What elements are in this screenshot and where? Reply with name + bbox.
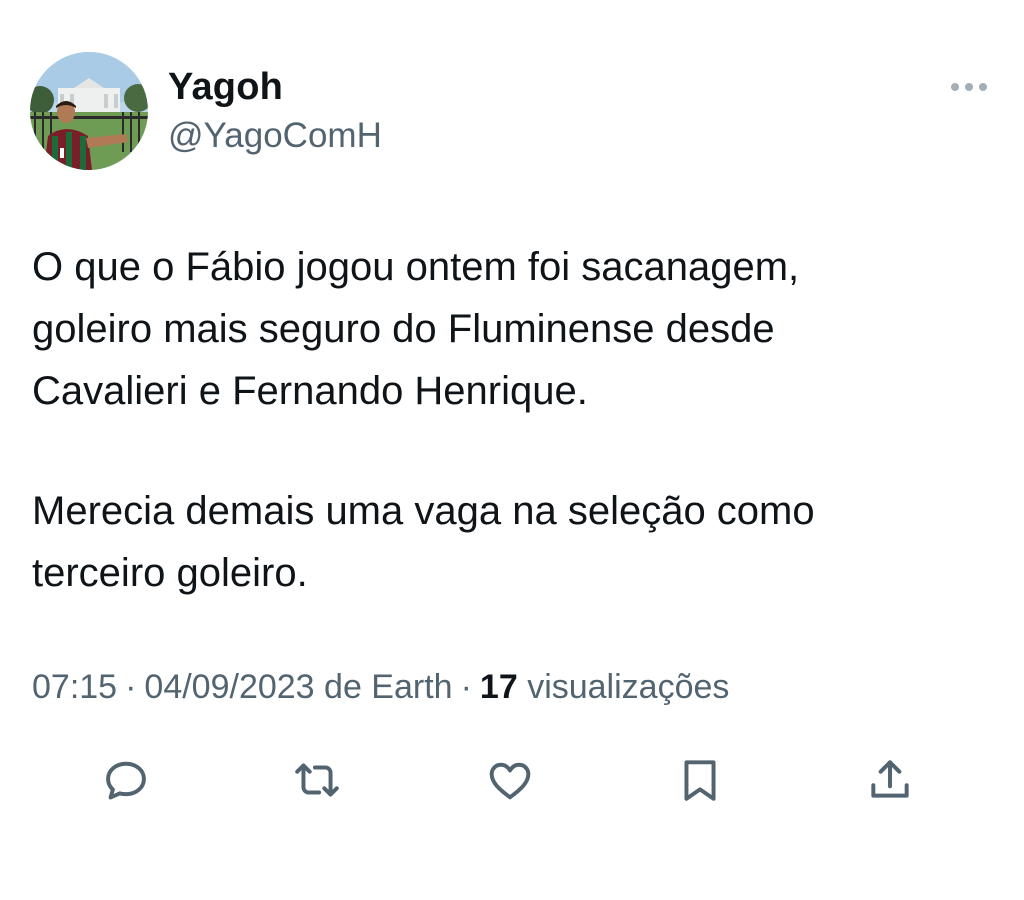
more-dots-icon [951, 83, 987, 91]
share-upload-icon [871, 760, 909, 798]
retweet-arrows-icon [295, 763, 339, 797]
retweet-button[interactable] [289, 752, 345, 808]
tweet-paragraph: O que o Fábio jogou ontem foi sacanagem,… [32, 245, 800, 413]
heart-icon [489, 762, 531, 800]
bookmark-button[interactable] [672, 752, 728, 808]
meta-separator: · [460, 668, 472, 706]
share-button[interactable] [862, 752, 918, 808]
tweet-source: de Earth [324, 668, 453, 706]
tweet-meta: 07:15 · 04/09/2023 de Earth · 17 visualizaçõ… [32, 668, 729, 707]
views-label[interactable]: visualizações [527, 668, 729, 706]
avatar[interactable] [30, 52, 148, 170]
like-button[interactable] [482, 752, 538, 808]
meta-separator: · [125, 668, 137, 706]
tweet-time[interactable]: 07:15 [32, 668, 117, 706]
views-count[interactable]: 17 [480, 668, 518, 706]
tweet-paragraph: Merecia demais uma vaga na seleção como … [32, 489, 815, 595]
more-options-button[interactable] [944, 72, 994, 102]
reply-button[interactable] [98, 752, 154, 808]
speech-bubble-icon [106, 761, 146, 800]
avatar-image [30, 52, 148, 170]
bookmark-icon [684, 760, 716, 801]
author-display-name[interactable]: Yagoh [168, 66, 283, 109]
author-handle[interactable]: @YagoComH [168, 116, 382, 156]
tweet-date[interactable]: 04/09/2023 [144, 668, 314, 706]
